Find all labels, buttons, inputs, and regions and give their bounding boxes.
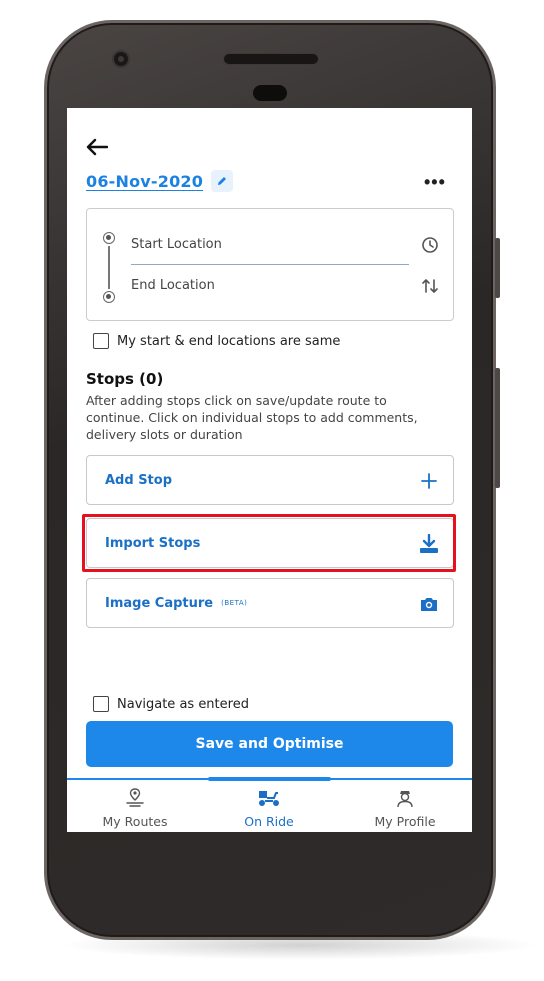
proximity-sensor — [253, 85, 287, 101]
navigate-as-entered-option[interactable]: Navigate as entered — [93, 696, 249, 712]
arrow-left-icon[interactable] — [86, 138, 108, 156]
volume-button — [495, 368, 500, 488]
pencil-icon — [218, 177, 227, 185]
swap-vertical-icon[interactable] — [421, 277, 439, 295]
profile-icon — [397, 791, 413, 808]
image-capture-label: Image Capture — [105, 595, 214, 611]
download-icon — [420, 534, 438, 553]
add-stop-label: Add Stop — [105, 472, 173, 488]
route-connector-line — [108, 246, 110, 289]
stops-heading: Stops (0) — [86, 370, 164, 388]
nav-on-ride-label: On Ride — [244, 814, 294, 829]
nav-my-routes[interactable]: My Routes — [75, 788, 195, 829]
image-capture-button[interactable]: Image Capture (BETA) — [86, 578, 454, 628]
end-location-input[interactable]: End Location — [131, 278, 215, 293]
location-divider — [131, 264, 409, 265]
import-stops-button[interactable]: Import Stops — [86, 518, 454, 568]
location-card: Start Location End Location — [86, 208, 454, 321]
navigate-as-entered-label: Navigate as entered — [117, 696, 249, 712]
route-pin-icon — [126, 788, 144, 807]
camera-icon — [421, 598, 437, 611]
end-marker — [103, 291, 115, 303]
save-and-optimise-button[interactable]: Save and Optimise — [86, 721, 453, 767]
beta-badge: (BETA) — [221, 599, 248, 607]
stops-description: After adding stops click on save/update … — [86, 393, 418, 442]
delivery-scooter-icon — [259, 791, 279, 806]
power-button — [495, 238, 500, 298]
nav-my-routes-label: My Routes — [102, 814, 168, 829]
same-locations-checkbox[interactable] — [93, 333, 109, 349]
route-date[interactable]: 06-Nov-2020 — [86, 172, 203, 191]
add-stop-button[interactable]: Add Stop — [86, 455, 454, 505]
more-options-button[interactable]: ••• — [424, 172, 446, 193]
nav-my-profile[interactable]: My Profile — [345, 788, 465, 829]
earpiece-speaker — [223, 53, 319, 65]
app-screen: 06-Nov-2020 ••• Start Location End Locat… — [67, 108, 472, 832]
edit-date-button[interactable] — [211, 170, 234, 192]
nav-my-profile-label: My Profile — [374, 814, 436, 829]
active-tab-indicator — [208, 777, 331, 781]
same-locations-option[interactable]: My start & end locations are same — [93, 333, 340, 349]
start-marker — [103, 232, 115, 244]
start-location-input[interactable]: Start Location — [131, 237, 222, 252]
same-locations-label: My start & end locations are same — [117, 333, 341, 349]
route-date-row: 06-Nov-2020 — [86, 170, 234, 192]
nav-on-ride[interactable]: On Ride — [209, 788, 329, 829]
import-stops-label: Import Stops — [105, 535, 201, 551]
navigate-as-entered-checkbox[interactable] — [93, 696, 109, 712]
bottom-navigation: My Routes On Ride My Profile — [67, 777, 472, 832]
clock-icon[interactable] — [421, 236, 439, 254]
plus-icon — [421, 473, 437, 489]
front-camera — [112, 50, 130, 68]
